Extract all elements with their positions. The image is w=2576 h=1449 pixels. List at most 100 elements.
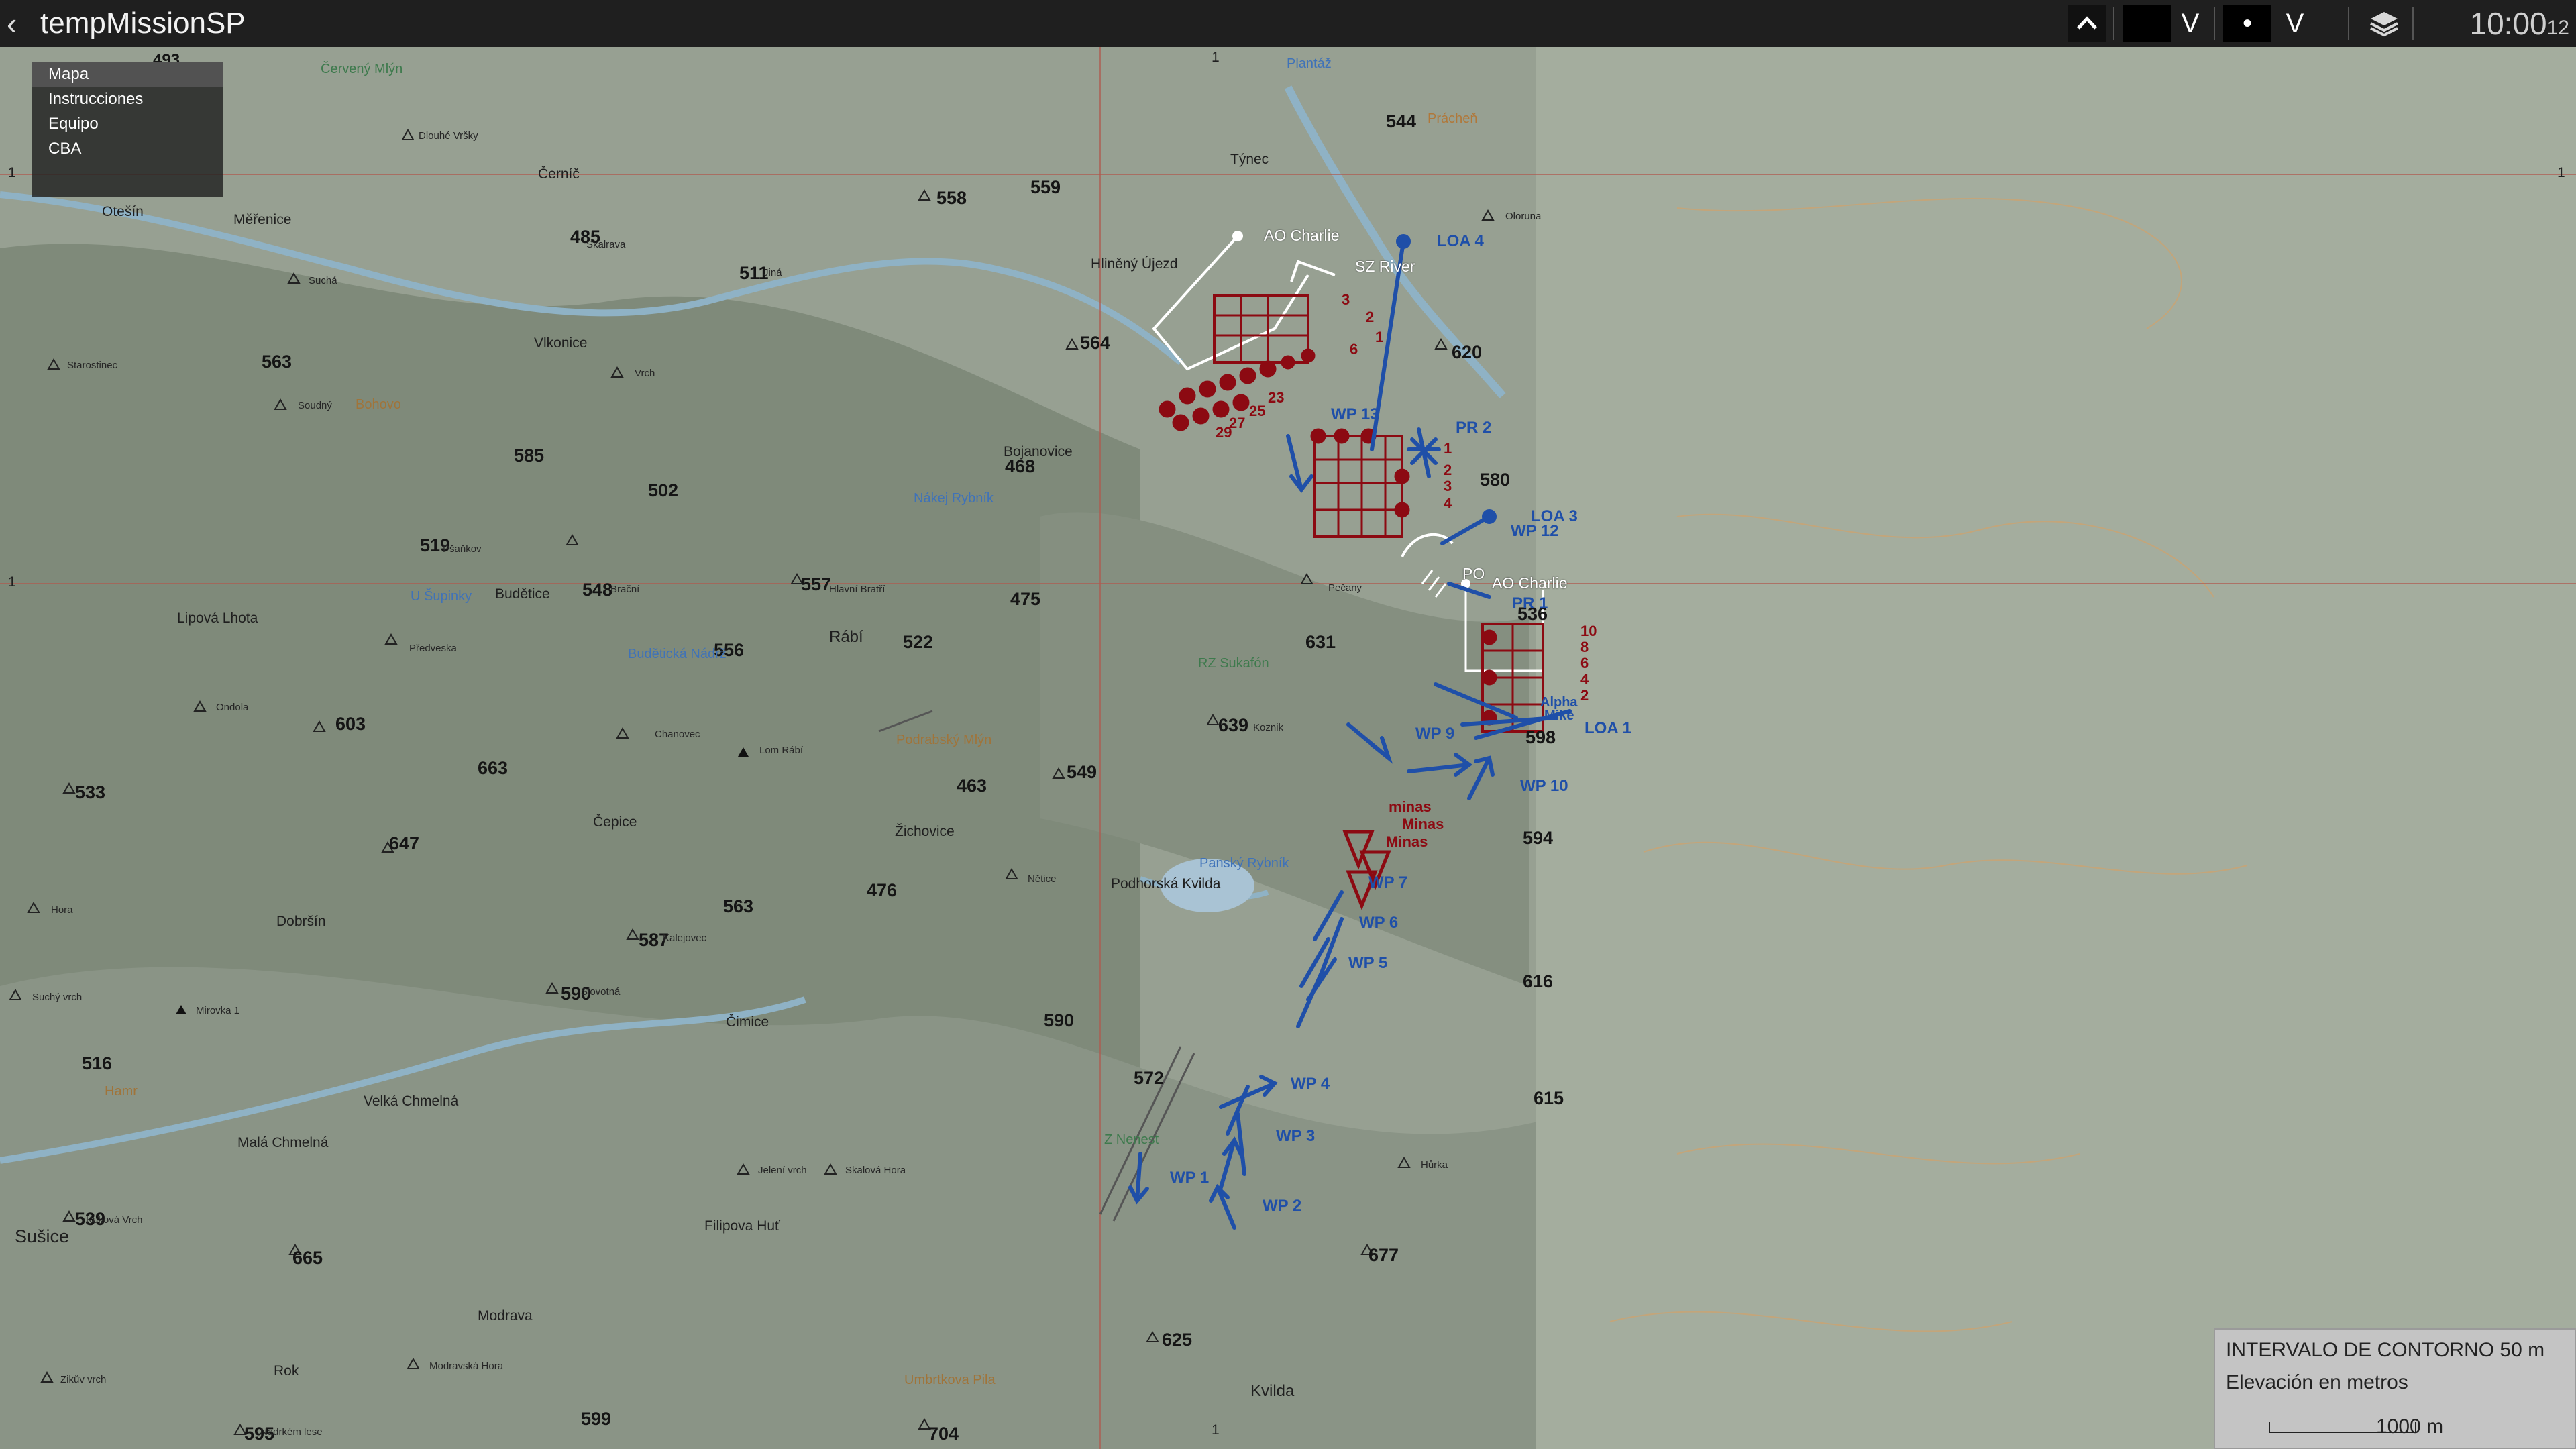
marker-loa-1[interactable]: LOA 1 bbox=[1585, 719, 1631, 738]
elevation-label: 476 bbox=[867, 880, 898, 900]
elevation-label: 549 bbox=[1067, 762, 1097, 782]
enemy-marker[interactable]: 1 bbox=[1444, 440, 1452, 458]
menu-item-equipo[interactable]: Equipo bbox=[32, 111, 223, 136]
marker-wp-9[interactable]: WP 9 bbox=[1415, 724, 1454, 743]
marker-pr-1[interactable]: PR 1 bbox=[1512, 594, 1548, 613]
marker-wp-7[interactable]: WP 7 bbox=[1368, 873, 1407, 892]
enemy-marker[interactable]: 1 bbox=[1375, 329, 1383, 346]
layers-icon[interactable] bbox=[2363, 5, 2406, 42]
elevation-label: 564 bbox=[1080, 333, 1111, 353]
v-toggle-1[interactable]: V bbox=[2174, 5, 2207, 42]
town-label: Hliněný Újezd bbox=[1091, 256, 1178, 272]
hill-label: Chanovec bbox=[655, 729, 700, 740]
map-view[interactable]: 493 1 1 1 1 1 Otešín Měřenice Černíč Vlk… bbox=[0, 47, 2576, 1449]
enemy-marker[interactable]: 6 bbox=[1580, 655, 1589, 672]
elevation-label: 598 bbox=[1525, 727, 1556, 747]
enemy-marker[interactable]: 2 bbox=[1366, 309, 1374, 326]
elevation-label: 704 bbox=[928, 1424, 959, 1444]
enemy-marker[interactable]: 3 bbox=[1444, 478, 1452, 495]
marker-po[interactable]: PO bbox=[1462, 565, 1485, 583]
marker-wp-5[interactable]: WP 5 bbox=[1348, 954, 1387, 973]
enemy-marker[interactable]: 10 bbox=[1580, 623, 1597, 640]
hill-label: Suchá bbox=[309, 275, 337, 286]
water-label: Panský Rybník bbox=[1199, 856, 1289, 871]
hill-label: Hora bbox=[51, 904, 73, 916]
enemy-marker[interactable]: 3 bbox=[1342, 291, 1350, 309]
legend-elevation-unit: Elevación en metros bbox=[2226, 1371, 2408, 1393]
grid-label: 1 bbox=[8, 165, 16, 180]
marker-wp-13[interactable]: WP 13 bbox=[1331, 405, 1379, 424]
menu-item-instrucciones[interactable]: Instrucciones bbox=[32, 87, 223, 111]
marker-loa-4[interactable]: LOA 4 bbox=[1437, 232, 1484, 251]
enemy-marker[interactable]: 4 bbox=[1444, 495, 1452, 513]
marker-ao-charlie-south[interactable]: AO Charlie bbox=[1492, 574, 1567, 592]
enemy-marker[interactable]: 29 bbox=[1216, 424, 1232, 441]
hill-label: Zikův vrch bbox=[60, 1374, 107, 1385]
forest-label: Z Nenest bbox=[1104, 1132, 1159, 1147]
forest-label: Podrabský Mlýn bbox=[896, 733, 992, 747]
marker-ao-charlie-north[interactable]: AO Charlie bbox=[1264, 227, 1339, 245]
hill-label: Slovotná bbox=[581, 986, 621, 998]
minefield-label[interactable]: Minas bbox=[1402, 816, 1444, 833]
collapse-up-icon[interactable] bbox=[2068, 5, 2106, 42]
minefield-label[interactable]: Minas bbox=[1386, 833, 1428, 851]
color-swatch[interactable] bbox=[2123, 5, 2171, 42]
hill-label: Soudný bbox=[298, 400, 332, 411]
elevation-label: 516 bbox=[82, 1053, 113, 1073]
marker-wp-1[interactable]: WP 1 bbox=[1170, 1169, 1209, 1187]
map-legend: INTERVALO DE CONTORNO 50 m Elevación en … bbox=[2214, 1328, 2576, 1449]
elevation-label: 572 bbox=[1134, 1068, 1165, 1088]
town-label: Rok bbox=[274, 1363, 299, 1379]
v-toggle-2[interactable]: V bbox=[2278, 5, 2312, 42]
minefield-label[interactable]: minas bbox=[1389, 798, 1432, 816]
marker-wp-4[interactable]: WP 4 bbox=[1291, 1075, 1330, 1093]
hill-label: Předveska bbox=[409, 643, 457, 654]
compass-icon[interactable]: N S W E bbox=[2234, 119, 2435, 643]
marker-pr-2[interactable]: PR 2 bbox=[1456, 419, 1491, 437]
dot-toggle[interactable]: • bbox=[2223, 5, 2271, 42]
clock-seconds: 12 bbox=[2546, 17, 2569, 39]
marker-wp-12[interactable]: WP 12 bbox=[1511, 522, 1559, 541]
town-label: Malá Chmelná bbox=[237, 1135, 329, 1150]
marker-wp-2[interactable]: WP 2 bbox=[1263, 1197, 1301, 1216]
menu-item-mapa[interactable]: Mapa bbox=[32, 62, 223, 87]
back-chevron-icon[interactable]: ‹ bbox=[7, 7, 34, 40]
enemy-marker[interactable]: 23 bbox=[1268, 389, 1284, 407]
elevation-label: 585 bbox=[514, 445, 545, 466]
water-label: U Šupinky bbox=[411, 589, 472, 604]
marker-wp-6[interactable]: WP 6 bbox=[1359, 914, 1398, 932]
town-label: Rábí bbox=[829, 628, 863, 646]
enemy-marker[interactable]: 6 bbox=[1350, 341, 1358, 358]
elevation-label: 620 bbox=[1452, 342, 1483, 362]
enemy-marker[interactable]: 2 bbox=[1580, 687, 1589, 704]
marker-alpha[interactable]: Alpha bbox=[1540, 695, 1578, 710]
enemy-marker[interactable]: 4 bbox=[1580, 671, 1589, 688]
enemy-marker[interactable]: 2 bbox=[1444, 462, 1452, 479]
enemy-marker[interactable]: 8 bbox=[1580, 639, 1589, 656]
elevation-label: 544 bbox=[1386, 111, 1417, 131]
marker-sz-river[interactable]: SZ River bbox=[1355, 258, 1415, 276]
water-label: Plantáž bbox=[1287, 56, 1332, 71]
enemy-marker[interactable]: 25 bbox=[1249, 402, 1265, 420]
elevation-label: 639 bbox=[1218, 715, 1249, 735]
elevation-label: 522 bbox=[903, 632, 934, 652]
town-label: Filipova Huť bbox=[704, 1218, 780, 1234]
marker-wp-10[interactable]: WP 10 bbox=[1520, 777, 1568, 796]
forest-label: Bohovo bbox=[356, 397, 401, 412]
elevation-label: 557 bbox=[801, 574, 832, 594]
scale-label: 1000 m bbox=[2376, 1415, 2444, 1438]
town-label: Otešín bbox=[102, 204, 144, 219]
marker-wp-3[interactable]: WP 3 bbox=[1276, 1127, 1315, 1146]
elevation-label: 580 bbox=[1480, 470, 1511, 490]
elevation-label: 594 bbox=[1523, 828, 1554, 848]
elevation-label: 563 bbox=[723, 896, 754, 916]
elevation-label: 563 bbox=[262, 352, 292, 372]
forest-label: RZ Sukafón bbox=[1198, 656, 1269, 671]
hill-label: Nětice bbox=[1028, 873, 1057, 885]
elevation-label: 631 bbox=[1305, 632, 1336, 652]
town-label: Modrava bbox=[478, 1308, 533, 1324]
hill-label: Modravská Hora bbox=[429, 1360, 504, 1372]
marker-mike[interactable]: Mike bbox=[1544, 708, 1574, 724]
town-label: Podhorská Kvilda bbox=[1111, 876, 1221, 892]
menu-item-cba[interactable]: CBA bbox=[32, 136, 223, 161]
